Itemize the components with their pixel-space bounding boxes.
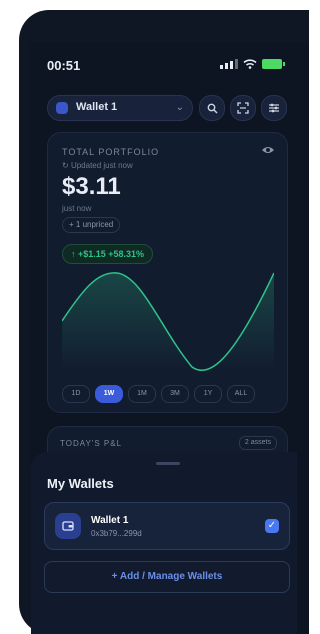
unpriced-badge: + 1 unpriced xyxy=(62,217,121,233)
sheet-title: My Wallets xyxy=(47,476,114,491)
portfolio-chart xyxy=(62,272,274,371)
sheet-grabber[interactable] xyxy=(156,462,180,465)
wallet-icon xyxy=(56,102,68,114)
search-icon xyxy=(207,103,217,113)
chart-area xyxy=(62,272,274,371)
period-selector: 1D 1W 1M 3M 1Y ALL xyxy=(62,385,255,403)
portfolio-value: $3.11 xyxy=(62,173,121,200)
wallet-selector[interactable]: Wallet 1 ⌄ xyxy=(47,95,193,121)
filter-button[interactable] xyxy=(261,95,287,121)
status-time: 00:51 xyxy=(47,58,81,73)
status-bar: 00:51 xyxy=(47,58,285,74)
chevron-down-icon: ⌄ xyxy=(175,102,184,113)
search-button[interactable] xyxy=(199,95,225,121)
wallets-sheet: My Wallets Wallet 1 0x3b79...299d ✓ + Ad… xyxy=(31,452,297,634)
updated-text: Updated just now xyxy=(70,161,133,170)
add-manage-wallets-button[interactable]: + Add / Manage Wallets xyxy=(44,561,290,593)
wifi-icon xyxy=(243,59,257,69)
period-3m[interactable]: 3M xyxy=(161,385,189,403)
wallet-address: 0x3b79...299d xyxy=(91,529,142,538)
scan-icon xyxy=(237,102,249,114)
value-timestamp: just now xyxy=(62,204,92,213)
pnl-title: TODAY'S P&L xyxy=(60,439,123,448)
portfolio-card: TOTAL PORTFOLIO ↻ Updated just now $3.11… xyxy=(47,132,288,413)
status-icons xyxy=(220,59,285,69)
wallet-name: Wallet 1 xyxy=(91,515,129,526)
period-1d[interactable]: 1D xyxy=(62,385,90,403)
assets-badge: 2 assets xyxy=(238,436,277,450)
check-icon[interactable]: ✓ xyxy=(265,519,279,533)
signal-icon xyxy=(220,59,238,69)
wallet-selector-label: Wallet 1 xyxy=(76,101,118,113)
period-1w[interactable]: 1W xyxy=(95,385,123,403)
period-all[interactable]: ALL xyxy=(227,385,255,403)
portfolio-title: TOTAL PORTFOLIO xyxy=(62,147,160,157)
updated-label: ↻ Updated just now xyxy=(62,161,133,170)
change-badge: ↑ +$1.15 +58.31% xyxy=(62,244,154,264)
wallet-avatar-icon xyxy=(55,513,81,539)
period-1y[interactable]: 1Y xyxy=(194,385,222,403)
wallet-row[interactable]: Wallet 1 0x3b79...299d ✓ xyxy=(44,502,290,550)
scan-button[interactable] xyxy=(230,95,256,121)
period-1m[interactable]: 1M xyxy=(128,385,156,403)
eye-icon[interactable] xyxy=(261,145,275,155)
filter-icon xyxy=(269,103,279,113)
battery-icon xyxy=(262,59,285,69)
